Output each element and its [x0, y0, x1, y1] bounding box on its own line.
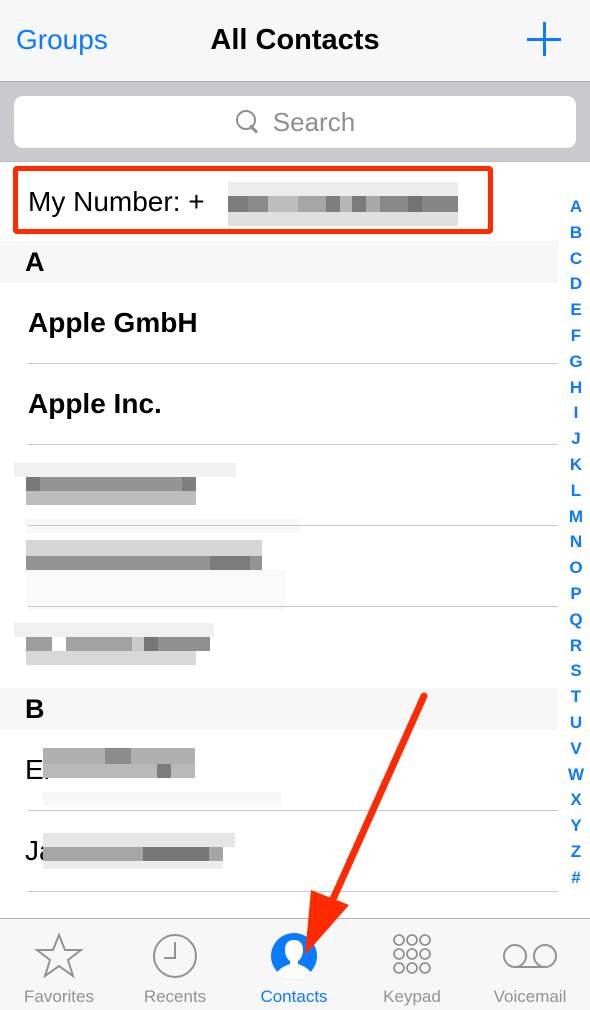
- index-letter[interactable]: G: [562, 349, 590, 375]
- section-header-a: A: [0, 241, 558, 283]
- page-title: All Contacts: [210, 24, 380, 56]
- index-letter[interactable]: Y: [562, 813, 590, 839]
- person-icon: [271, 933, 317, 979]
- tab-contacts[interactable]: Contacts: [235, 919, 353, 1010]
- tab-label: Contacts: [260, 987, 328, 1006]
- keypad-icon: [393, 934, 431, 974]
- index-letter[interactable]: Q: [562, 607, 590, 633]
- index-letter[interactable]: M: [562, 504, 590, 530]
- index-letter[interactable]: P: [562, 581, 590, 607]
- index-letter[interactable]: U: [562, 710, 590, 736]
- index-letter[interactable]: O: [562, 555, 590, 581]
- index-letter[interactable]: J: [562, 426, 590, 452]
- tab-label: Voicemail: [493, 987, 567, 1006]
- index-letter[interactable]: C: [562, 246, 590, 272]
- search-input[interactable]: Search: [14, 96, 576, 148]
- index-letter[interactable]: W: [562, 762, 590, 788]
- contact-row[interactable]: Ja: [0, 811, 558, 892]
- navigation-bar: Groups All Contacts: [0, 0, 590, 82]
- tab-label: Favorites: [24, 987, 94, 1006]
- tab-favorites[interactable]: Favorites: [0, 919, 118, 1010]
- search-bar: Search: [0, 82, 590, 162]
- search-icon: [235, 109, 261, 135]
- index-letter[interactable]: L: [562, 478, 590, 504]
- tab-bar: Favorites Recents Contacts Keypad Voicem…: [0, 918, 590, 1010]
- index-letter[interactable]: Z: [562, 839, 590, 865]
- contact-row[interactable]: Apple GmbH: [0, 283, 558, 364]
- index-letter[interactable]: H: [562, 375, 590, 401]
- voicemail-icon: [503, 944, 557, 968]
- section-letter: A: [25, 247, 45, 277]
- index-letter[interactable]: I: [562, 400, 590, 426]
- star-icon: [34, 932, 84, 979]
- index-letter[interactable]: F: [562, 323, 590, 349]
- search-placeholder: Search: [272, 106, 356, 137]
- plus-icon[interactable]: [524, 20, 564, 60]
- contact-row[interactable]: [0, 607, 558, 688]
- clock-icon: [153, 934, 197, 978]
- index-letter[interactable]: D: [562, 271, 590, 297]
- section-letter: B: [25, 694, 45, 724]
- index-letter[interactable]: A: [562, 194, 590, 220]
- section-header-b: B: [0, 688, 558, 730]
- index-letter[interactable]: E: [562, 297, 590, 323]
- contact-row[interactable]: [0, 526, 558, 610]
- contact-name: Apple Inc.: [28, 388, 162, 419]
- tab-label: Keypad: [383, 987, 441, 1006]
- index-letter[interactable]: K: [562, 452, 590, 478]
- index-letter[interactable]: X: [562, 787, 590, 813]
- tab-keypad[interactable]: Keypad: [353, 919, 471, 1010]
- contact-row[interactable]: Ei: [0, 730, 558, 811]
- annotation-highlight-box: [13, 166, 493, 234]
- index-letter[interactable]: R: [562, 633, 590, 659]
- index-letter[interactable]: T: [562, 684, 590, 710]
- tab-recents[interactable]: Recents: [116, 919, 234, 1010]
- index-letter[interactable]: B: [562, 220, 590, 246]
- index-letter[interactable]: #: [562, 865, 590, 891]
- row-separator: [28, 891, 558, 892]
- index-letter[interactable]: S: [562, 658, 590, 684]
- tab-label: Recents: [143, 987, 207, 1006]
- section-index[interactable]: A B C D E F G H I J K L M N O P Q R S T U V W X Y Z #: [562, 194, 590, 891]
- index-letter[interactable]: V: [562, 736, 590, 762]
- contact-name: Apple GmbH: [28, 307, 198, 338]
- contact-row[interactable]: Apple Inc.: [0, 364, 558, 445]
- contact-row[interactable]: [0, 445, 558, 533]
- index-letter[interactable]: N: [562, 529, 590, 555]
- tab-voicemail[interactable]: Voicemail: [471, 919, 589, 1010]
